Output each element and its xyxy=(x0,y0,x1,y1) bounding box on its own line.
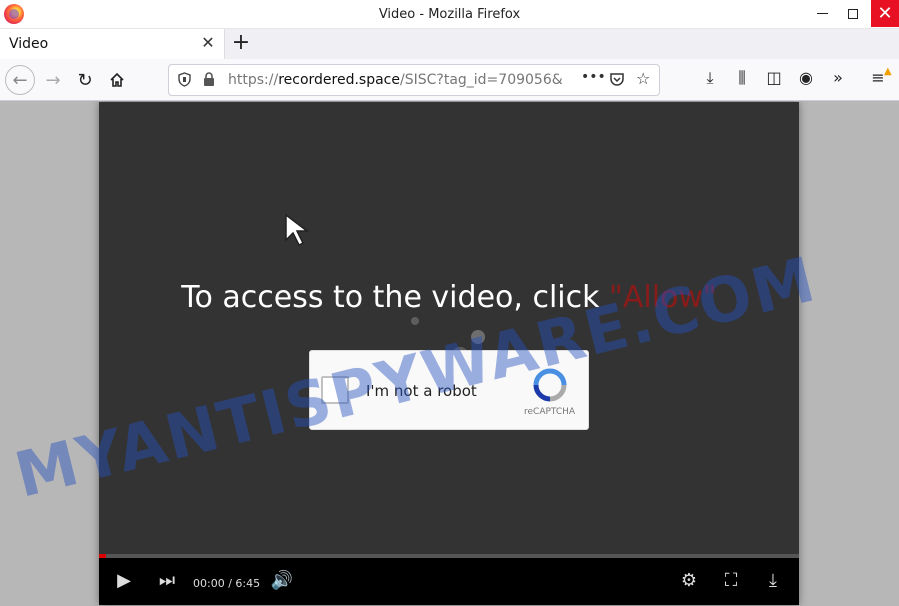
url-text[interactable]: https://recordered.space/SISC?tag_id=709… xyxy=(228,72,573,88)
maximize-icon xyxy=(848,8,858,19)
arrow-left-icon: ← xyxy=(12,69,28,91)
plus-icon: + xyxy=(231,30,251,55)
reload-button[interactable]: ↻ xyxy=(70,65,100,95)
volume-icon[interactable]: 🔊 xyxy=(269,570,295,591)
account-icon[interactable]: ◉ xyxy=(794,68,818,87)
downloads-icon[interactable]: ⤓ xyxy=(698,68,722,88)
video-controls: ▶ ⏭ 00:00 / 6:45 🔊 ⚙ ⛶ ⤓ xyxy=(99,558,799,605)
settings-gear-icon[interactable]: ⚙ xyxy=(676,570,702,591)
forward-button[interactable]: → xyxy=(38,65,68,95)
url-path: /SISC?tag_id=709056& xyxy=(400,72,563,88)
library-icon[interactable]: ⫼ xyxy=(730,68,754,88)
new-tab-button[interactable]: + xyxy=(229,30,253,56)
tracking-shield-icon[interactable] xyxy=(178,72,191,87)
tab-close-icon[interactable]: ✕ xyxy=(200,33,216,52)
window-titlebar: Video - Mozilla Firefox ✕ xyxy=(0,0,899,29)
cursor-arrow-icon xyxy=(285,213,310,247)
tab-title: Video xyxy=(9,36,49,52)
page-content: To access to the video, click "Allow" I'… xyxy=(0,101,899,606)
navigation-toolbar: ← → ↻ https://recordered.space/SISC?tag_… xyxy=(0,59,899,101)
play-icon[interactable]: ▶ xyxy=(111,570,137,591)
warning-icon: ▲ xyxy=(884,66,892,77)
home-button[interactable] xyxy=(102,65,132,95)
url-bar[interactable]: https://recordered.space/SISC?tag_id=709… xyxy=(168,64,660,96)
url-scheme: https:// xyxy=(228,72,279,88)
spinner-dot xyxy=(411,317,419,325)
pocket-icon[interactable] xyxy=(609,71,625,87)
home-icon xyxy=(110,72,124,87)
window-close-button[interactable]: ✕ xyxy=(871,0,899,27)
window-title: Video - Mozilla Firefox xyxy=(378,7,521,22)
minimize-button[interactable] xyxy=(808,0,836,27)
skip-next-icon[interactable]: ⏭ xyxy=(154,570,180,591)
time-display: 00:00 / 6:45 xyxy=(193,577,261,590)
reload-icon: ↻ xyxy=(77,69,93,91)
back-button[interactable]: ← xyxy=(5,65,35,95)
tab-video[interactable]: Video ✕ xyxy=(0,29,225,59)
bookmark-star-icon[interactable]: ☆ xyxy=(636,69,650,88)
url-domain: recordered.space xyxy=(278,72,400,88)
maximize-button[interactable] xyxy=(839,0,867,27)
fullscreen-icon[interactable]: ⛶ xyxy=(718,570,744,591)
captcha-brand: reCAPTCHA xyxy=(524,407,576,417)
sidebar-icon[interactable]: ◫ xyxy=(762,68,786,87)
overflow-chevron-icon[interactable]: » xyxy=(826,68,850,87)
arrow-right-icon: → xyxy=(45,69,61,91)
page-actions-icon[interactable]: ••• xyxy=(581,69,606,85)
tab-bar: Video ✕ + xyxy=(0,29,899,59)
lock-icon[interactable] xyxy=(203,71,215,87)
download-icon[interactable]: ⤓ xyxy=(760,570,786,591)
close-icon: ✕ xyxy=(877,3,893,24)
minimize-icon xyxy=(816,13,828,14)
